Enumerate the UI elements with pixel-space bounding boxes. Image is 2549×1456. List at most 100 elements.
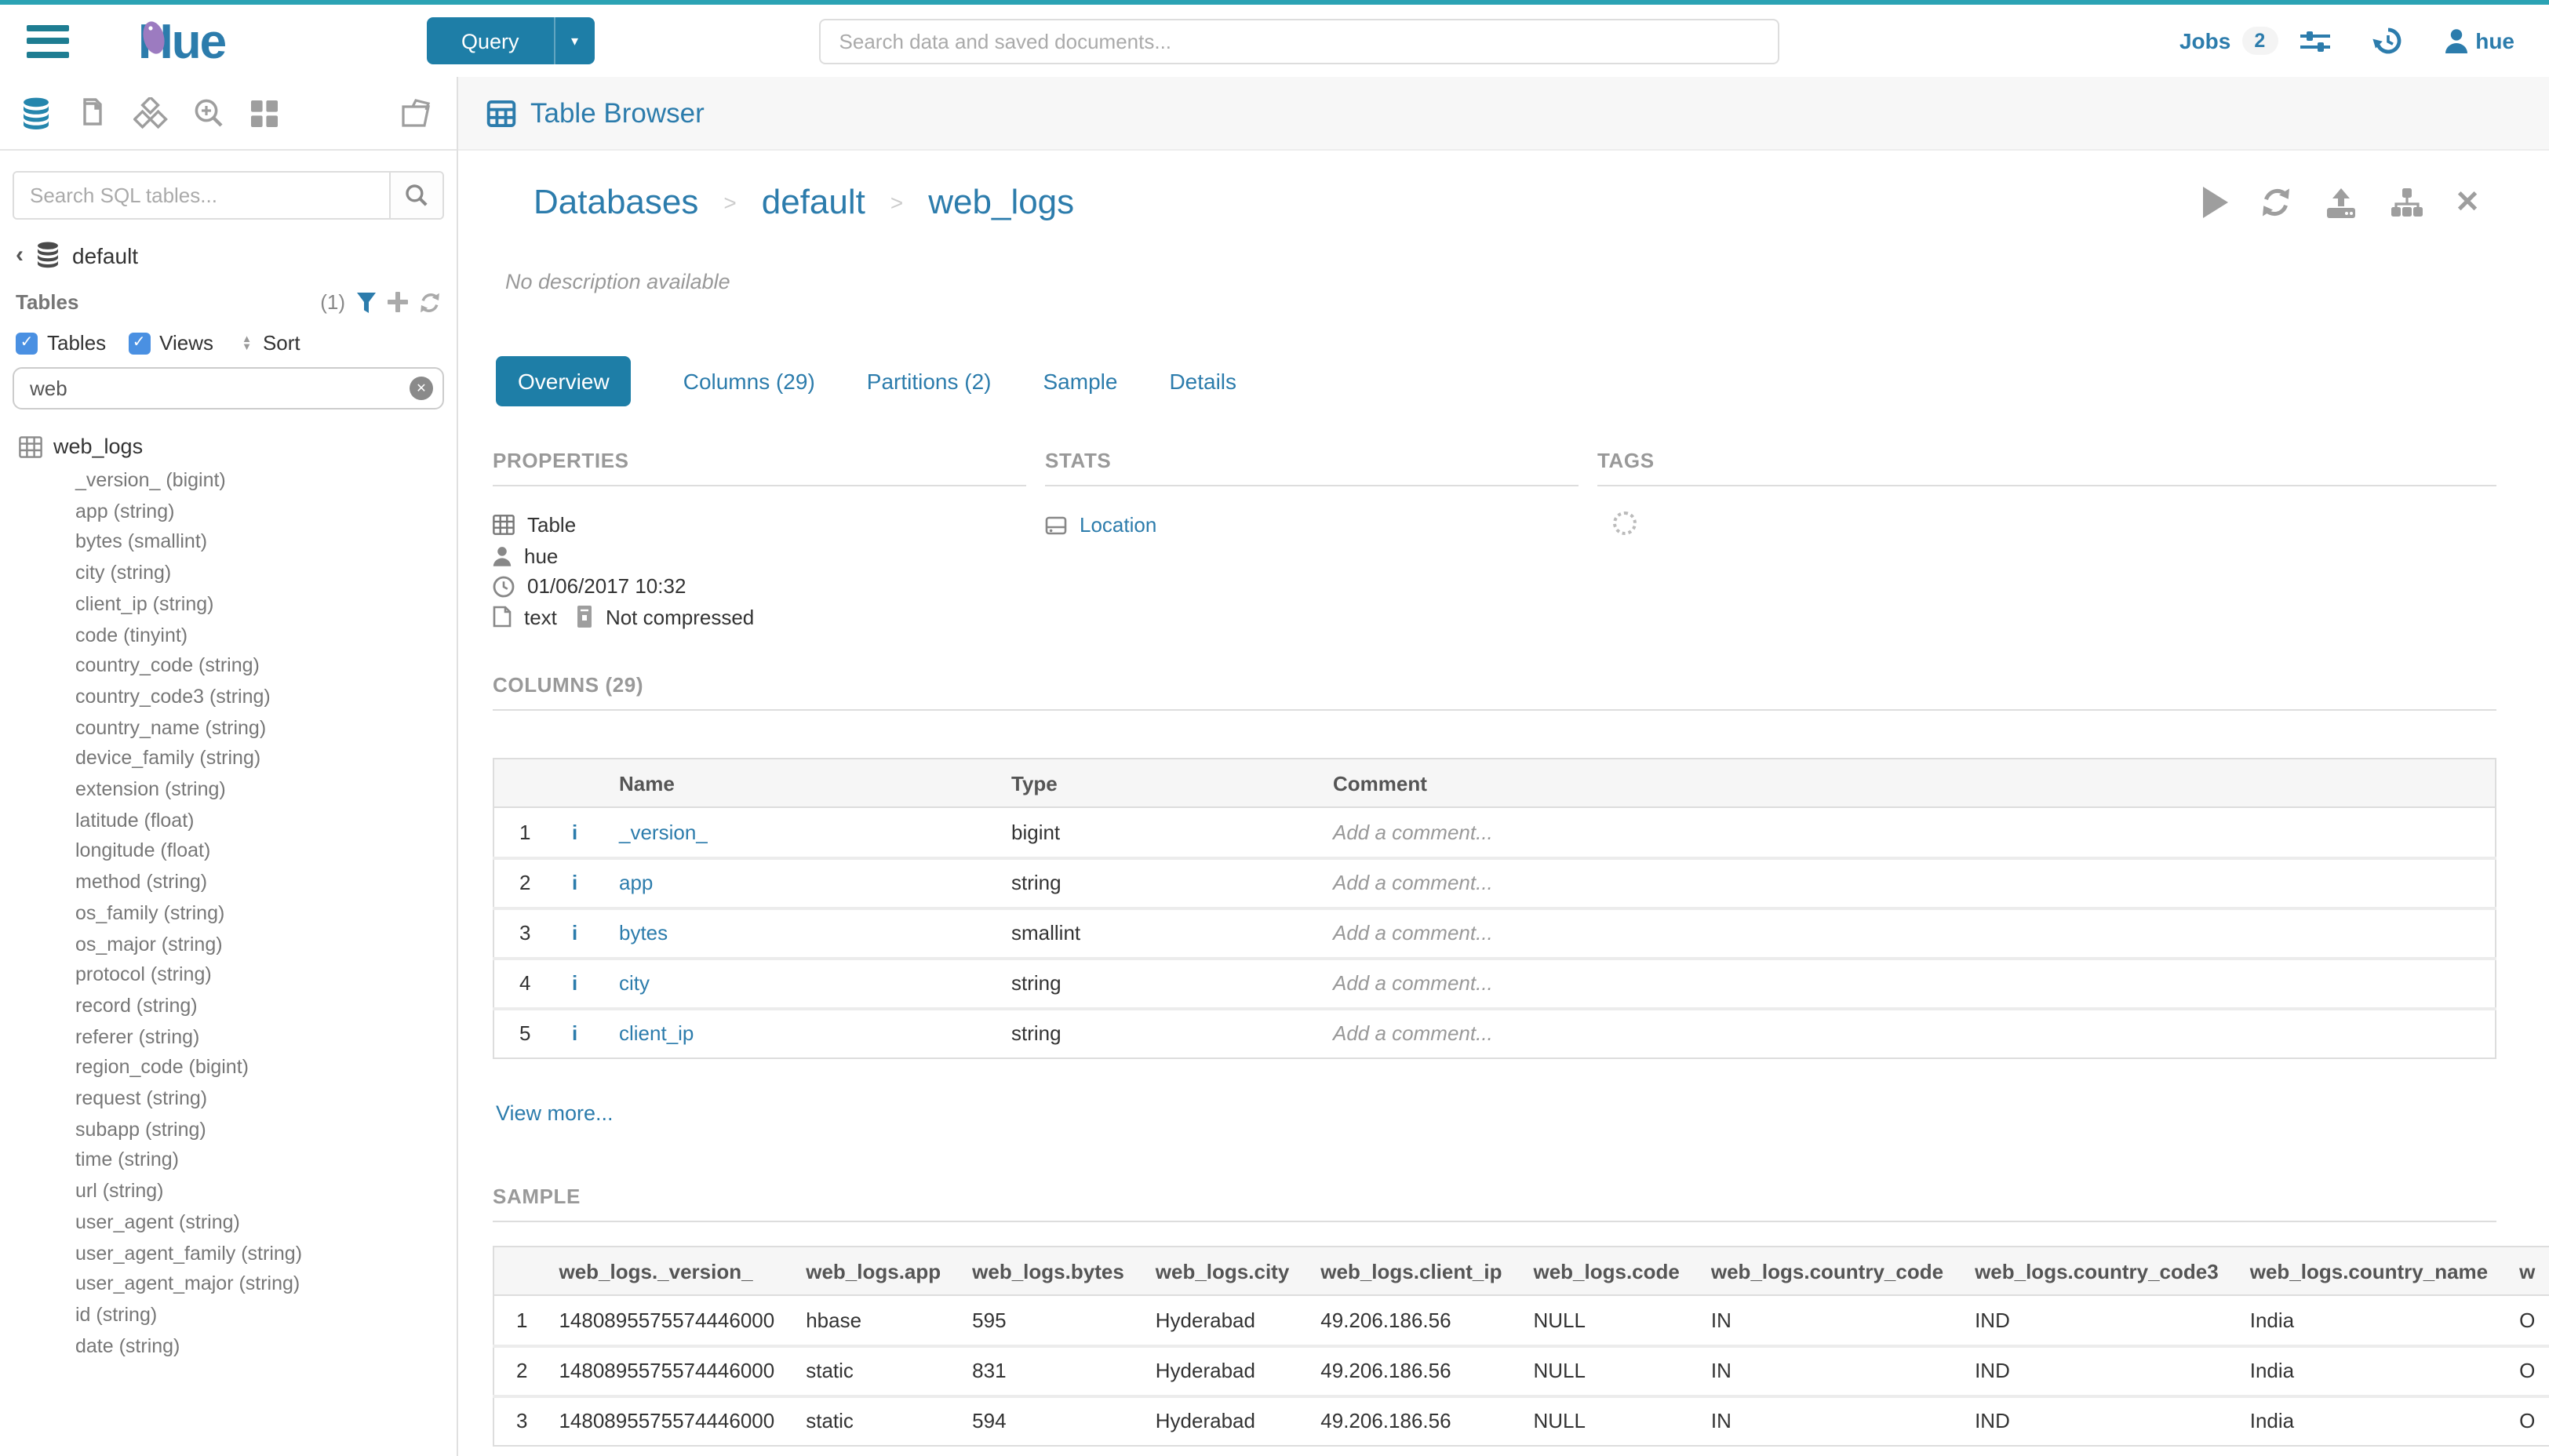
- sample-header-cell[interactable]: web_logs.app: [790, 1247, 956, 1295]
- assist-column-item[interactable]: record (string): [75, 992, 438, 1022]
- assist-column-item[interactable]: latitude (float): [75, 806, 438, 836]
- column-name-link[interactable]: app: [619, 871, 653, 894]
- assist-column-item[interactable]: code (tinyint): [75, 621, 438, 651]
- filter-funnel-icon[interactable]: [356, 291, 377, 313]
- sample-header-cell[interactable]: web_logs.code: [1517, 1247, 1695, 1295]
- column-comment-placeholder[interactable]: Add a comment...: [1333, 821, 1493, 844]
- breadcrumb-item-web_logs[interactable]: web_logs: [928, 182, 1074, 223]
- jobs-link[interactable]: Jobs: [2179, 28, 2230, 53]
- sliders-icon[interactable]: [2300, 27, 2329, 54]
- columns-header-type[interactable]: Type: [996, 759, 1317, 807]
- assist-column-item[interactable]: country_name (string): [75, 713, 438, 744]
- assist-search-button[interactable]: [389, 173, 442, 218]
- assist-column-item[interactable]: country_code (string): [75, 651, 438, 682]
- assist-column-item[interactable]: user_agent_major (string): [75, 1270, 438, 1301]
- column-name-link[interactable]: client_ip: [619, 1022, 694, 1046]
- lineage-button[interactable]: [2389, 186, 2423, 219]
- hamburger-menu-icon[interactable]: [27, 24, 69, 57]
- user-menu[interactable]: hue: [2444, 28, 2514, 53]
- assist-column-item[interactable]: url (string): [75, 1177, 438, 1207]
- sample-header-cell[interactable]: web_logs.country_code3: [1959, 1247, 2234, 1295]
- assist-column-item[interactable]: user_agent (string): [75, 1208, 438, 1239]
- location-link[interactable]: Location: [1080, 510, 1156, 541]
- tab-sample[interactable]: Sample: [1043, 369, 1118, 394]
- column-info-icon[interactable]: i: [572, 871, 577, 894]
- column-name-link[interactable]: city: [619, 971, 650, 995]
- sample-header-cell[interactable]: web_logs.country_name: [2234, 1247, 2503, 1295]
- views-checkbox-label[interactable]: Views: [159, 331, 213, 355]
- assist-column-item[interactable]: date (string): [75, 1331, 438, 1362]
- column-comment-placeholder[interactable]: Add a comment...: [1333, 1022, 1493, 1046]
- sql-assist-icon[interactable]: [20, 96, 52, 129]
- hdfs-cubes-icon[interactable]: [133, 96, 168, 129]
- assist-column-item[interactable]: user_agent_family (string): [75, 1239, 438, 1269]
- add-table-icon[interactable]: [388, 292, 408, 312]
- close-button[interactable]: ✕: [2455, 187, 2480, 217]
- clear-filter-icon[interactable]: ✕: [410, 377, 433, 400]
- upload-button[interactable]: [2323, 186, 2358, 219]
- column-comment-placeholder[interactable]: Add a comment...: [1333, 921, 1493, 945]
- sort-label[interactable]: Sort: [263, 331, 300, 355]
- assist-column-item[interactable]: city (string): [75, 559, 438, 589]
- back-chevron-icon[interactable]: ‹: [16, 243, 24, 267]
- sample-header-cell[interactable]: web_logs.bytes: [956, 1247, 1140, 1295]
- column-info-icon[interactable]: i: [572, 821, 577, 844]
- sample-header-cell[interactable]: web_logs.country_code: [1695, 1247, 1959, 1295]
- sort-icon[interactable]: ▲▼: [242, 335, 252, 351]
- column-comment-placeholder[interactable]: Add a comment...: [1333, 871, 1493, 894]
- columns-header-name[interactable]: Name: [603, 759, 996, 807]
- tree-item-web-logs[interactable]: web_logs: [19, 435, 438, 458]
- database-name[interactable]: default: [72, 242, 138, 268]
- assist-column-item[interactable]: protocol (string): [75, 961, 438, 992]
- query-button[interactable]: Query: [427, 17, 554, 64]
- query-table-button[interactable]: [2202, 187, 2227, 218]
- sample-header-cell[interactable]: web_logs._version_: [543, 1247, 790, 1295]
- assist-column-item[interactable]: app (string): [75, 497, 438, 527]
- assist-column-item[interactable]: region_code (bigint): [75, 1054, 438, 1084]
- hue-logo[interactable]: Hue: [138, 17, 270, 64]
- assist-column-item[interactable]: country_code3 (string): [75, 682, 438, 713]
- sample-header-cell[interactable]: web_logs.city: [1140, 1247, 1305, 1295]
- assist-column-item[interactable]: time (string): [75, 1146, 438, 1177]
- history-icon[interactable]: [2370, 27, 2402, 55]
- assist-column-item[interactable]: id (string): [75, 1301, 438, 1331]
- sample-header-cell[interactable]: web_logs.client_ip: [1305, 1247, 1517, 1295]
- column-name-link[interactable]: _version_: [619, 821, 708, 844]
- assist-column-item[interactable]: referer (string): [75, 1022, 438, 1053]
- tables-checkbox[interactable]: ✓: [16, 332, 38, 354]
- column-comment-placeholder[interactable]: Add a comment...: [1333, 971, 1493, 995]
- assist-column-item[interactable]: extension (string): [75, 775, 438, 806]
- apps-grid-icon[interactable]: [249, 98, 279, 128]
- breadcrumb-item-databases[interactable]: Databases: [533, 182, 698, 223]
- assist-column-item[interactable]: device_family (string): [75, 744, 438, 775]
- column-info-icon[interactable]: i: [572, 971, 577, 995]
- tab-overview[interactable]: Overview: [496, 356, 632, 406]
- sample-header-cell[interactable]: w: [2503, 1247, 2549, 1295]
- assist-column-item[interactable]: subapp (string): [75, 1116, 438, 1146]
- assist-search-input[interactable]: [14, 173, 389, 218]
- assist-column-item[interactable]: client_ip (string): [75, 590, 438, 621]
- assist-column-item[interactable]: longitude (float): [75, 837, 438, 868]
- table-filter-input[interactable]: [13, 367, 444, 410]
- documents-icon[interactable]: [77, 96, 108, 129]
- tab-columns-29[interactable]: Columns (29): [683, 369, 815, 394]
- refresh-tables-icon[interactable]: [419, 291, 441, 313]
- global-search-input[interactable]: [819, 18, 1779, 64]
- breadcrumb-item-default[interactable]: default: [762, 182, 865, 223]
- assist-column-item[interactable]: os_family (string): [75, 899, 438, 930]
- column-name-link[interactable]: bytes: [619, 921, 668, 945]
- assist-column-item[interactable]: request (string): [75, 1084, 438, 1115]
- column-info-icon[interactable]: i: [572, 1022, 577, 1046]
- tab-partitions-2[interactable]: Partitions (2): [867, 369, 992, 394]
- column-info-icon[interactable]: i: [572, 921, 577, 945]
- assist-column-item[interactable]: os_major (string): [75, 930, 438, 960]
- assist-column-item[interactable]: method (string): [75, 868, 438, 898]
- assist-column-item[interactable]: _version_ (bigint): [75, 466, 438, 497]
- tab-details[interactable]: Details: [1169, 369, 1236, 394]
- zoom-search-icon[interactable]: [193, 96, 224, 129]
- documents-folder-icon[interactable]: [400, 97, 436, 129]
- refresh-table-button[interactable]: [2259, 187, 2292, 218]
- columns-header-comment[interactable]: Comment: [1317, 759, 2495, 807]
- jobs-count-badge[interactable]: 2: [2241, 27, 2278, 55]
- view-more-link[interactable]: View more...: [496, 1101, 614, 1125]
